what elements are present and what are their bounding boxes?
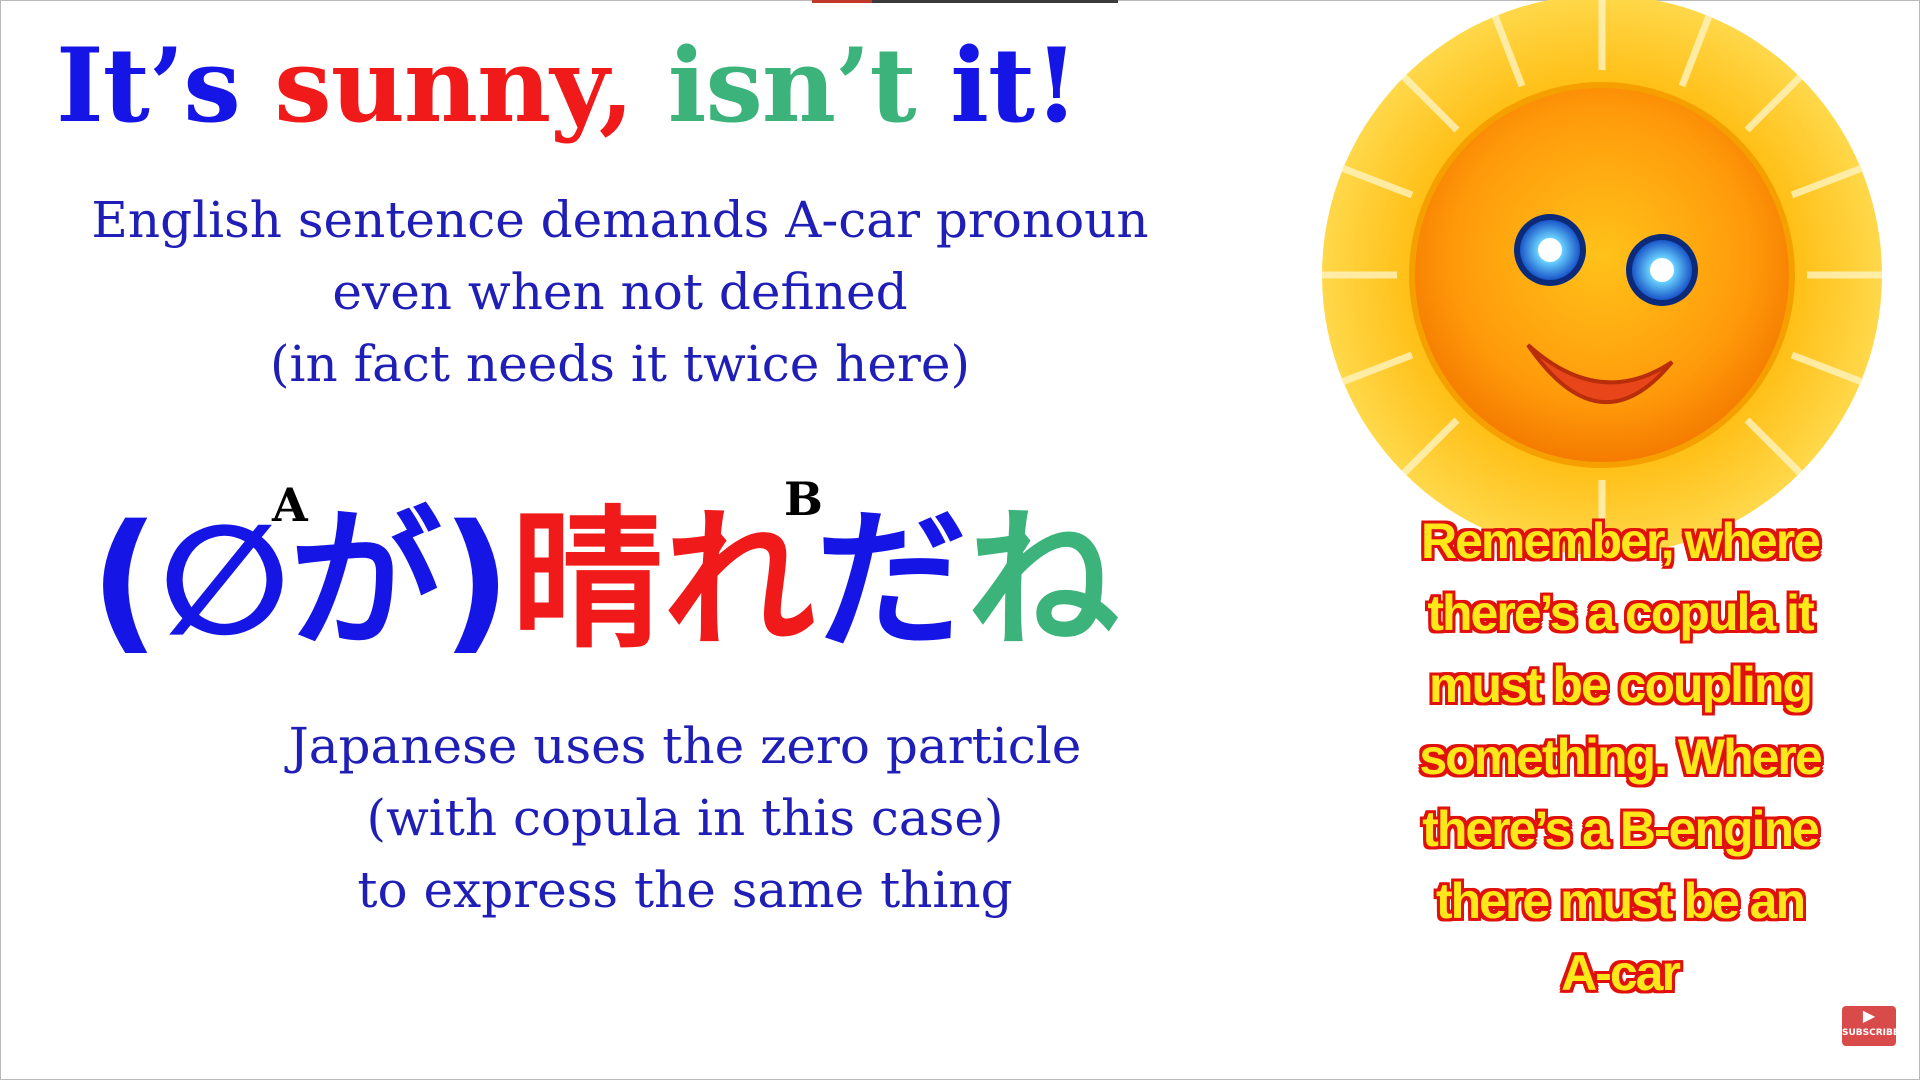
slide-title: It’s sunny, isn’t it!	[56, 30, 1079, 142]
callout-line-2: there’s a copula it	[1427, 585, 1814, 641]
subscribe-label: SUBSCRIBE	[1842, 1028, 1900, 1038]
hare-word: 晴れ	[511, 492, 816, 669]
english-explanation-line-1: English sentence demands A-car pronoun	[91, 191, 1149, 249]
japanese-explanation-line-1: Japanese uses the zero particle	[288, 717, 1082, 775]
english-explanation: English sentence demands A-car pronoun e…	[70, 184, 1170, 400]
japanese-sentence: (∅が)晴れだね	[90, 505, 1119, 657]
english-explanation-line-3: (in fact needs it twice here)	[270, 335, 970, 393]
sun-face	[1409, 82, 1795, 468]
zero-particle: ∅	[159, 492, 290, 669]
callout-line-6: there must be an	[1435, 873, 1806, 929]
callout-line-1: Remember, where	[1421, 513, 1821, 569]
callout-line-5: there’s a B-engine	[1422, 801, 1820, 857]
da-copula: だ	[815, 492, 968, 669]
smiling-sun-icon	[1322, 0, 1882, 555]
progress-bar-fill	[812, 0, 872, 3]
close-paren: )	[441, 492, 512, 669]
callout-line-4: something. Where	[1419, 729, 1822, 785]
open-paren: (	[90, 492, 160, 669]
callout-line-3: must be coupling	[1429, 657, 1813, 713]
subscribe-button[interactable]: ▶ SUBSCRIBE	[1842, 1006, 1900, 1046]
play-icon: ▶	[1862, 1006, 1876, 1025]
callout-line-7: A-car	[1561, 945, 1681, 1001]
title-its: It’s	[56, 26, 241, 146]
english-explanation-line-2: even when not defined	[332, 263, 908, 321]
copula-callout: Remember, where there’s a copula it must…	[1375, 505, 1865, 1009]
title-sunny: sunny,	[274, 26, 634, 146]
title-it: it!	[950, 26, 1079, 146]
japanese-explanation-line-2: (with copula in this case)	[366, 789, 1004, 847]
title-isnt: isn’t	[667, 26, 917, 146]
japanese-explanation: Japanese uses the zero particle (with co…	[150, 710, 1220, 926]
ne-particle: ね	[967, 492, 1120, 669]
ga-particle: が	[289, 492, 442, 669]
japanese-explanation-line-3: to express the same thing	[357, 861, 1013, 919]
